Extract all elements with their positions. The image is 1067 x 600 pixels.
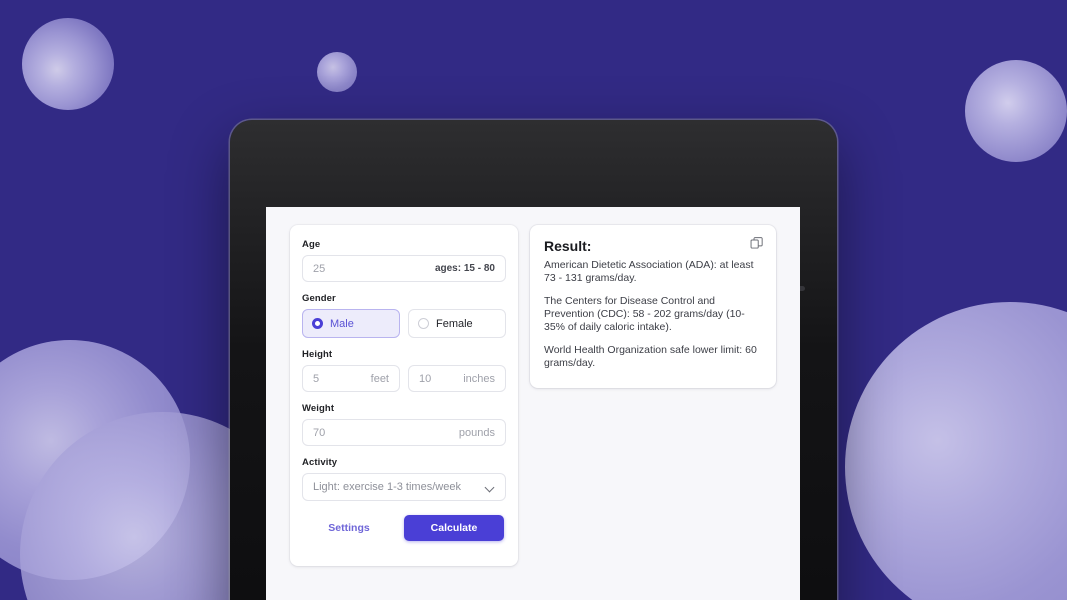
gender-label: Gender — [302, 293, 336, 304]
sphere-right — [965, 60, 1067, 162]
tablet-top-bezel — [230, 120, 837, 208]
sphere-bottom-right — [845, 302, 1067, 600]
gender-radio-group: Male Female — [302, 309, 506, 338]
field-group-gender: Gender Male Female — [302, 293, 506, 338]
height-inches-input[interactable]: 10 inches — [408, 365, 506, 392]
field-group-age: Age 25 ages: 15 - 80 — [302, 239, 506, 282]
field-group-weight: Weight 70 pounds — [302, 403, 506, 446]
height-inputs-row: 5 feet 10 inches — [302, 365, 506, 392]
height-inches-unit: inches — [463, 372, 495, 385]
gender-option-male-label: Male — [330, 317, 354, 330]
weight-input[interactable]: 70 pounds — [302, 419, 506, 446]
age-input[interactable]: 25 ages: 15 - 80 — [302, 255, 506, 282]
activity-select[interactable]: Light: exercise 1-3 times/week — [302, 473, 506, 501]
height-feet-unit: feet — [370, 372, 389, 385]
sphere-top-left — [22, 18, 114, 110]
weight-label: Weight — [302, 403, 335, 414]
height-inches-value: 10 — [419, 372, 432, 385]
result-paragraph-who: World Health Organization safe lower lim… — [544, 344, 757, 369]
weight-value: 70 — [313, 426, 326, 439]
weight-unit: pounds — [458, 426, 495, 439]
age-label: Age — [302, 239, 321, 250]
gender-option-female[interactable]: Female — [408, 309, 506, 338]
result-panel: Result: American Dietetic Association (A… — [530, 225, 776, 388]
field-group-height: Height 5 feet 10 inches — [302, 349, 506, 392]
activity-selected-value: Light: exercise 1-3 times/week — [313, 481, 461, 493]
gender-option-male[interactable]: Male — [302, 309, 400, 338]
activity-label: Activity — [302, 457, 338, 468]
form-actions: Settings Calculate — [302, 515, 506, 541]
height-feet-value: 5 — [313, 372, 320, 385]
result-paragraph-ada: American Dietetic Association (ADA): at … — [544, 259, 754, 284]
sphere-top-center — [317, 52, 357, 92]
height-feet-input[interactable]: 5 feet — [302, 365, 400, 392]
chevron-down-icon — [486, 483, 495, 492]
gender-option-female-label: Female — [436, 317, 473, 330]
app-screen: Age 25 ages: 15 - 80 Gender Male Female … — [266, 207, 800, 600]
settings-button[interactable]: Settings — [304, 522, 394, 534]
radio-unselected-icon — [418, 318, 429, 329]
protein-calculator-form: Age 25 ages: 15 - 80 Gender Male Female … — [290, 225, 518, 566]
result-title: Result: — [544, 238, 592, 254]
age-range-hint: ages: 15 - 80 — [434, 263, 495, 274]
radio-selected-icon — [312, 318, 323, 329]
result-paragraph-cdc: The Centers for Disease Control and Prev… — [544, 295, 745, 333]
calculate-button[interactable]: Calculate — [404, 515, 504, 541]
field-group-activity: Activity Light: exercise 1-3 times/week — [302, 457, 506, 501]
copy-icon[interactable] — [750, 236, 764, 250]
age-input-value: 25 — [313, 262, 326, 275]
height-label: Height — [302, 349, 333, 360]
